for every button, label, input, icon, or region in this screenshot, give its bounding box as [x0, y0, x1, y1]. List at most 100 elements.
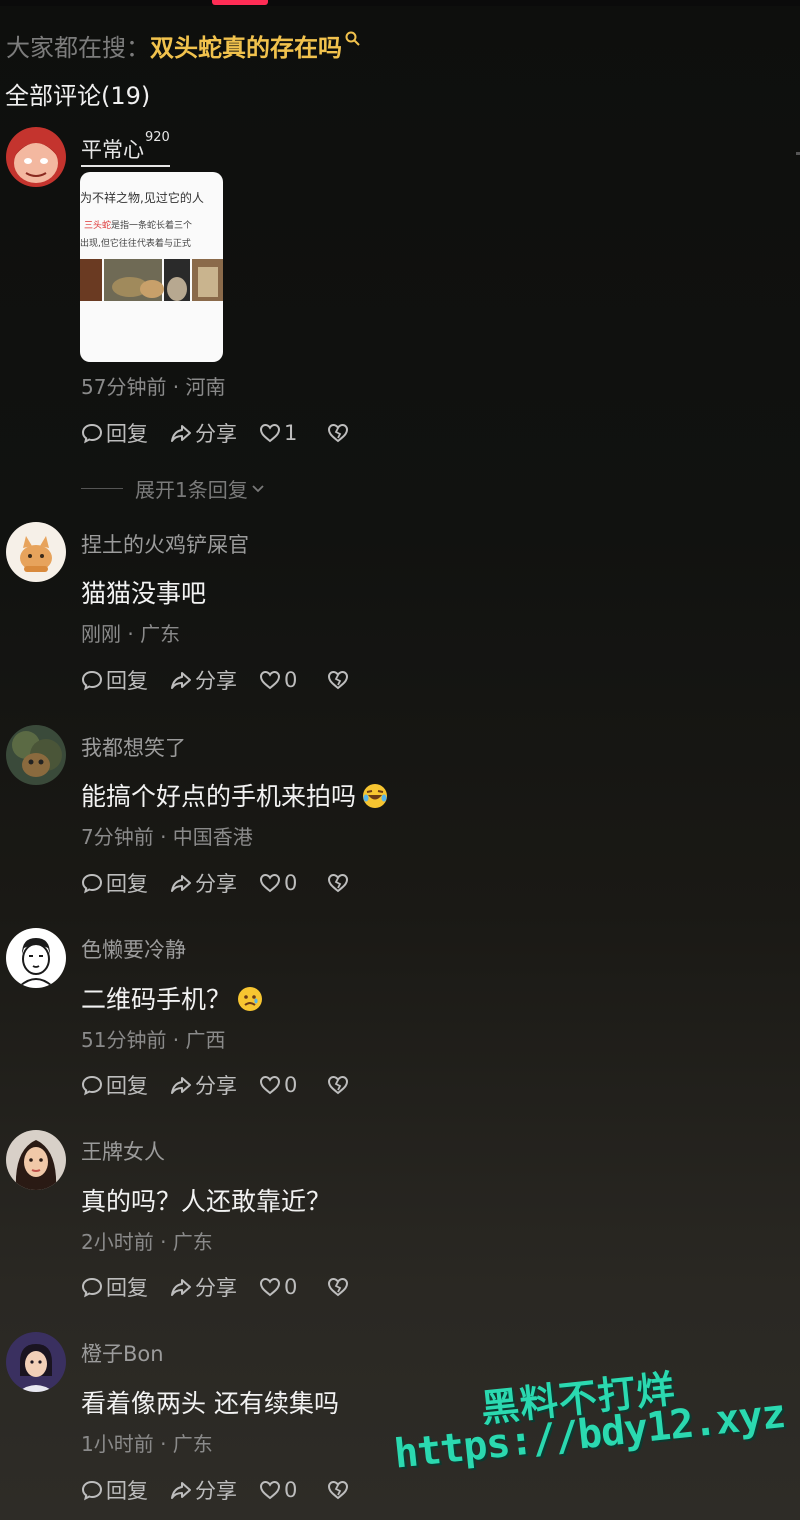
reply-label: 回复 [106, 872, 148, 896]
comments-title: 全部评论(19) [5, 82, 151, 110]
sad-emoji-icon [237, 986, 263, 1012]
image-text-line2: 三头蛇是指一条蛇长着三个 [84, 218, 192, 231]
image-photo-strip [80, 259, 223, 301]
suggested-search[interactable]: 大家都在搜：双头蛇真的存在吗 [6, 28, 362, 63]
share-button[interactable]: 分享 [170, 868, 237, 898]
dislike-button[interactable] [327, 422, 352, 444]
comment-image[interactable]: 为不祥之物,见过它的人 三头蛇是指一条蛇长着三个 出现,但它往往代表着与正式 [80, 172, 223, 362]
heart-icon [259, 423, 281, 443]
like-button[interactable]: 0 [259, 1073, 297, 1097]
avatar[interactable] [6, 127, 66, 187]
comment-text-content: 能搞个好点的手机来拍吗 [81, 782, 357, 811]
reply-button[interactable]: 回复 [81, 1475, 148, 1505]
like-button[interactable]: 1 [259, 421, 297, 445]
reply-label: 回复 [106, 1074, 148, 1098]
suggested-search-prefix: 大家都在搜： [6, 34, 150, 62]
comment-text: 猫猫没事吧 [81, 579, 207, 608]
comment-username[interactable]: 王牌女人 [81, 1136, 165, 1166]
comment-meta: 刚刚 · 广东 [81, 622, 181, 646]
expand-replies-label: 展开1条回复 [135, 478, 248, 502]
reply-label: 回复 [106, 422, 148, 446]
rofl-emoji-icon [362, 783, 388, 809]
comment-username[interactable]: 捏土的火鸡铲屎官 [81, 529, 249, 559]
share-icon [171, 1279, 191, 1296]
comment-username[interactable]: 色懒要冷静 [81, 934, 186, 964]
comment-actions: 回复 分享 0 [81, 665, 374, 695]
divider [81, 488, 123, 489]
dislike-button[interactable] [327, 1276, 352, 1298]
comment-actions: 回复 分享 0 [81, 1475, 374, 1505]
reply-label: 回复 [106, 1276, 148, 1300]
share-label: 分享 [195, 422, 237, 446]
reply-icon [81, 423, 103, 444]
reply-button[interactable]: 回复 [81, 1070, 148, 1100]
like-count: 0 [284, 1073, 298, 1097]
share-icon [171, 875, 191, 892]
heart-icon [259, 1480, 281, 1500]
dislike-button[interactable] [327, 872, 352, 894]
watermark: 黑料不打烊 https://bdy12.xyz [378, 1367, 798, 1520]
comment-text: 看着像两头 还有续集吗 [81, 1389, 339, 1418]
like-button[interactable]: 0 [259, 871, 297, 895]
expand-replies[interactable]: 展开1条回复 [81, 474, 266, 503]
comment-actions: 回复 分享 1 [81, 418, 374, 448]
share-button[interactable]: 分享 [170, 1272, 237, 1302]
suggested-search-term[interactable]: 双头蛇真的存在吗 [150, 34, 342, 62]
share-icon [171, 672, 191, 689]
dislike-button[interactable] [327, 1479, 352, 1501]
avatar[interactable] [6, 1130, 66, 1190]
avatar[interactable] [6, 725, 66, 785]
dislike-button[interactable] [327, 669, 352, 691]
like-count: 0 [284, 1478, 298, 1502]
like-button[interactable]: 0 [259, 668, 297, 692]
comment-meta: 7分钟前 · 中国香港 [81, 825, 253, 849]
comment-username[interactable]: 橙子Bon [81, 1338, 164, 1368]
image-text-rest: 是指一条蛇长着三个 [111, 221, 193, 231]
reply-button[interactable]: 回复 [81, 665, 148, 695]
search-icon[interactable] [344, 26, 362, 46]
heart-icon [259, 670, 281, 690]
reply-button[interactable]: 回复 [81, 418, 148, 448]
scrollbar[interactable] [796, 152, 800, 155]
like-button[interactable]: 0 [259, 1275, 297, 1299]
reply-label: 回复 [106, 1479, 148, 1503]
heart-icon [259, 1277, 281, 1297]
username-text: 平常心 [81, 138, 144, 162]
heart-icon [259, 873, 281, 893]
broken-heart-icon [328, 670, 349, 690]
reply-button[interactable]: 回复 [81, 1272, 148, 1302]
reply-label: 回复 [106, 669, 148, 693]
reply-button[interactable]: 回复 [81, 868, 148, 898]
heart-icon [259, 1075, 281, 1095]
share-button[interactable]: 分享 [170, 1475, 237, 1505]
like-button[interactable]: 0 [259, 1478, 297, 1502]
share-button[interactable]: 分享 [170, 418, 237, 448]
comment-username[interactable]: 平常心920 [81, 130, 170, 167]
broken-heart-icon [328, 423, 349, 443]
tab-indicator [212, 0, 268, 5]
reply-icon [81, 1480, 103, 1501]
reply-icon [81, 1277, 103, 1298]
broken-heart-icon [328, 873, 349, 893]
comment-actions: 回复 分享 0 [81, 868, 374, 898]
like-count: 0 [284, 668, 298, 692]
comment-meta: 51分钟前 · 广西 [81, 1028, 226, 1052]
reply-icon [81, 670, 103, 691]
share-label: 分享 [195, 1074, 237, 1098]
broken-heart-icon [328, 1075, 349, 1095]
comment-text: 二维码手机？ [81, 980, 263, 1016]
share-button[interactable]: 分享 [170, 665, 237, 695]
comment-meta: 1小时前 · 广东 [81, 1432, 213, 1456]
comment-actions: 回复 分享 0 [81, 1272, 374, 1302]
broken-heart-icon [328, 1277, 349, 1297]
like-count: 1 [284, 421, 298, 445]
dislike-button[interactable] [327, 1074, 352, 1096]
reply-icon [81, 1075, 103, 1096]
reply-icon [81, 873, 103, 894]
avatar[interactable] [6, 522, 66, 582]
avatar[interactable] [6, 1332, 66, 1392]
comment-actions: 回复 分享 0 [81, 1070, 374, 1100]
comment-username[interactable]: 我都想笑了 [81, 732, 186, 762]
avatar[interactable] [6, 928, 66, 988]
share-button[interactable]: 分享 [170, 1070, 237, 1100]
